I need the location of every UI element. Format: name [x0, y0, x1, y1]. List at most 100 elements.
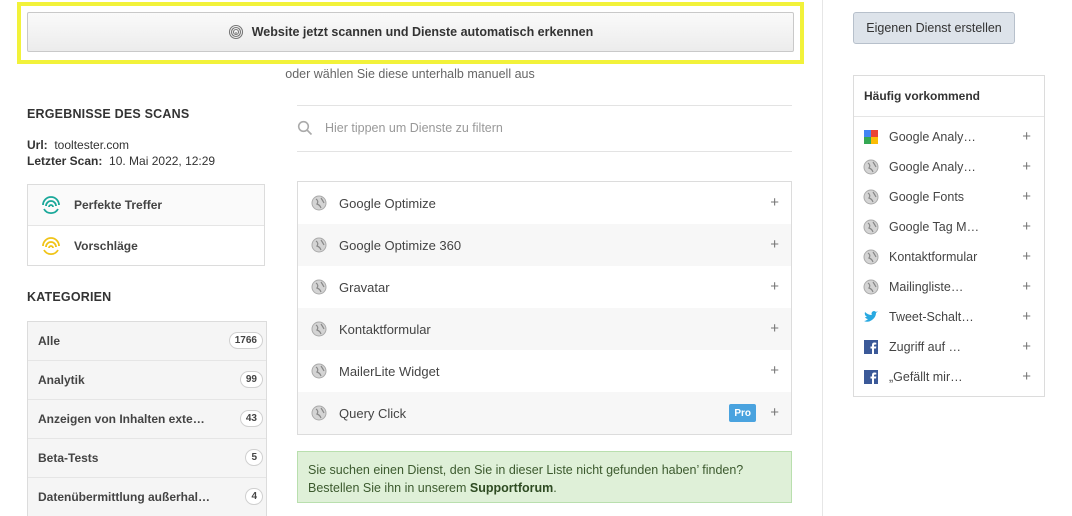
search-icon [297, 120, 313, 139]
service-label: Kontaktformular [339, 321, 431, 337]
missing-service-notice: Sie suchen einen Dienst, den Sie in dies… [297, 451, 792, 503]
globe-icon [311, 237, 327, 253]
match-filter-box: Perfekte Treffer Vorschläge [27, 184, 265, 266]
suggestions-item[interactable]: Vorschläge [28, 225, 264, 265]
perfect-matches-item[interactable]: Perfekte Treffer [28, 185, 264, 225]
facebook-icon [863, 339, 879, 355]
service-label: Google Optimize 360 [339, 237, 462, 253]
perfect-matches-label: Perfekte Treffer [74, 198, 163, 212]
add-icon[interactable]: + [1022, 158, 1031, 175]
twitter-icon [863, 309, 879, 325]
notice-prefix: Bestellen Sie ihn in unserem [308, 481, 470, 495]
category-item[interactable]: Beta-Tests 5 [28, 439, 266, 478]
frequent-title: Häufig vorkommend [854, 76, 1044, 117]
service-item[interactable]: Gravatar + [298, 266, 791, 308]
frequent-label: Tweet-Schalt… [889, 310, 974, 324]
category-count: 99 [239, 371, 263, 388]
frequent-label: Google Analy… [889, 130, 976, 144]
category-item[interactable]: Alle 1766 [28, 322, 266, 361]
fingerprint-teal-icon [40, 194, 62, 216]
category-item[interactable]: Anzeigen von Inhalten exte… 43 [28, 400, 266, 439]
globe-icon [311, 195, 327, 211]
add-icon[interactable]: + [1022, 308, 1031, 325]
pro-badge: Pro [729, 404, 756, 422]
frequent-item[interactable]: Mailingliste… + [854, 272, 1044, 302]
add-icon[interactable]: + [1022, 368, 1031, 385]
category-label: Analytik [38, 373, 85, 387]
globe-icon [863, 249, 879, 265]
service-item[interactable]: MailerLite Widget + [298, 350, 791, 392]
scan-url: Url: tooltester.com [27, 138, 129, 152]
service-item[interactable]: Google Optimize + [298, 182, 791, 224]
service-filter-input[interactable] [325, 114, 785, 142]
globe-icon [311, 279, 327, 295]
add-icon[interactable]: + [1022, 128, 1031, 145]
categories-title: KATEGORIEN [27, 290, 112, 304]
notice-line-1: Sie suchen einen Dienst, den Sie in dies… [308, 463, 744, 477]
frequent-item[interactable]: Google Analy… + [854, 152, 1044, 182]
scan-website-button[interactable]: Website jetzt scannen und Dienste automa… [27, 12, 794, 52]
category-item[interactable]: Datenübermittlung außerhal… 4 [28, 478, 266, 516]
frequent-item[interactable]: Zugriff auf … + [854, 332, 1044, 362]
service-list: Google Optimize + Google Optimize 360 + … [297, 181, 792, 435]
service-label: Google Optimize [339, 195, 436, 211]
url-label: Url: [27, 138, 48, 152]
frequent-item[interactable]: Google Tag M… + [854, 212, 1044, 242]
frequent-label: Mailingliste… [889, 280, 964, 294]
frequent-item[interactable]: Tweet-Schalt… + [854, 302, 1044, 332]
category-label: Datenübermittlung außerhal… [38, 490, 211, 504]
scan-button-label: Website jetzt scannen und Dienste automa… [251, 25, 594, 39]
frequent-services-panel: Häufig vorkommend Google Analy… + Google… [853, 75, 1045, 397]
category-label: Anzeigen von Inhalten exte… [38, 412, 205, 426]
add-icon[interactable]: + [770, 404, 779, 421]
add-icon[interactable]: + [770, 278, 779, 295]
add-icon[interactable]: + [1022, 278, 1031, 295]
add-icon[interactable]: + [1022, 248, 1031, 265]
filter-divider-bottom [297, 151, 792, 152]
frequent-label: Kontaktformular [889, 250, 978, 264]
column-divider [822, 0, 823, 516]
suggestions-label: Vorschläge [74, 238, 138, 253]
service-item[interactable]: Kontaktformular + [298, 308, 791, 350]
manual-select-hint: oder wählen Sie diese unterhalb manuell … [285, 67, 535, 81]
last-scan-value: 10. Mai 2022, 12:29 [109, 154, 216, 168]
add-icon[interactable]: + [1022, 188, 1031, 205]
service-item[interactable]: Query Click Pro + [298, 392, 791, 434]
google-icon [863, 129, 879, 145]
notice-suffix: . [553, 481, 557, 495]
service-item[interactable]: Google Optimize 360 + [298, 224, 791, 266]
add-icon[interactable]: + [1022, 218, 1031, 235]
category-item[interactable]: Analytik 99 [28, 361, 266, 400]
category-count: 4 [245, 488, 263, 505]
add-icon[interactable]: + [770, 194, 779, 211]
frequent-item[interactable]: Kontaktformular + [854, 242, 1044, 272]
category-label: Alle [38, 334, 61, 348]
frequent-item[interactable]: Google Analy… + [854, 122, 1044, 152]
frequent-label: Google Tag M… [889, 220, 980, 234]
globe-icon [311, 321, 327, 337]
scan-highlight: Website jetzt scannen und Dienste automa… [17, 2, 804, 64]
globe-icon [311, 405, 327, 421]
frequent-label: „Gefällt mir… [889, 370, 963, 384]
support-forum-link[interactable]: Supportforum [470, 481, 553, 495]
last-scan: Letzter Scan: 10. Mai 2022, 12:29 [27, 154, 215, 168]
service-label: MailerLite Widget [339, 363, 440, 379]
fingerprint-yellow-icon [40, 235, 62, 257]
frequent-label: Google Fonts [889, 190, 965, 204]
category-label: Beta-Tests [38, 451, 99, 465]
globe-icon [863, 219, 879, 235]
create-service-button[interactable]: Eigenen Dienst erstellen [853, 12, 1015, 44]
add-icon[interactable]: + [770, 362, 779, 379]
globe-icon [863, 189, 879, 205]
frequent-item[interactable]: „Gefällt mir… + [854, 362, 1044, 392]
add-icon[interactable]: + [770, 236, 779, 253]
add-icon[interactable]: + [770, 320, 779, 337]
url-value: tooltester.com [54, 138, 130, 152]
frequent-label: Zugriff auf … [889, 340, 962, 354]
category-count: 5 [245, 449, 263, 466]
add-icon[interactable]: + [1022, 338, 1031, 355]
frequent-item[interactable]: Google Fonts + [854, 182, 1044, 212]
globe-icon [863, 159, 879, 175]
frequent-label: Google Analy… [889, 160, 976, 174]
category-list: Alle 1766 Analytik 99 Anzeigen von Inhalte… [27, 321, 267, 516]
